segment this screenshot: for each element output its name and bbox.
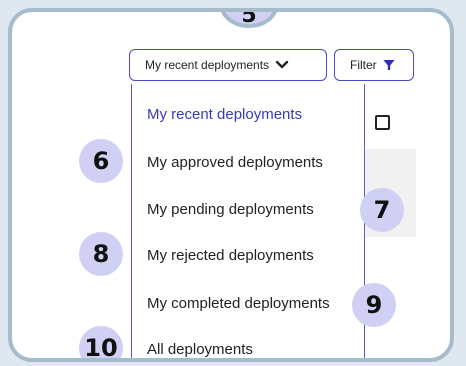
filter-button[interactable]: Filter [334, 49, 414, 81]
step-badge-10: 10 [79, 326, 123, 358]
dropdown-label: My recent deployments [145, 58, 270, 72]
chevron-down-icon [275, 60, 289, 69]
menu-item-rejected[interactable]: My rejected deployments [147, 247, 314, 264]
menu-item-completed[interactable]: My completed deployments [147, 295, 330, 312]
select-all-checkbox[interactable] [375, 115, 390, 130]
screenshot-frame: 5 My recent deployments Filter My recent… [8, 8, 454, 362]
menu-item-recent[interactable]: My recent deployments [147, 106, 302, 123]
deployments-dropdown-menu: My recent deployments My approved deploy… [131, 84, 365, 358]
step-badge-6: 6 [79, 139, 123, 183]
menu-item-approved[interactable]: My approved deployments [147, 154, 323, 171]
filter-label: Filter [350, 58, 377, 72]
step-badge-7: 7 [360, 188, 404, 232]
step-badge-8: 8 [79, 232, 123, 276]
menu-item-pending[interactable]: My pending deployments [147, 201, 314, 218]
step-badge-9: 9 [352, 283, 396, 327]
filter-icon [383, 60, 395, 70]
step-badge-5: 5 [220, 12, 278, 28]
deployments-dropdown-button[interactable]: My recent deployments [129, 49, 327, 81]
menu-item-all[interactable]: All deployments [147, 341, 253, 358]
